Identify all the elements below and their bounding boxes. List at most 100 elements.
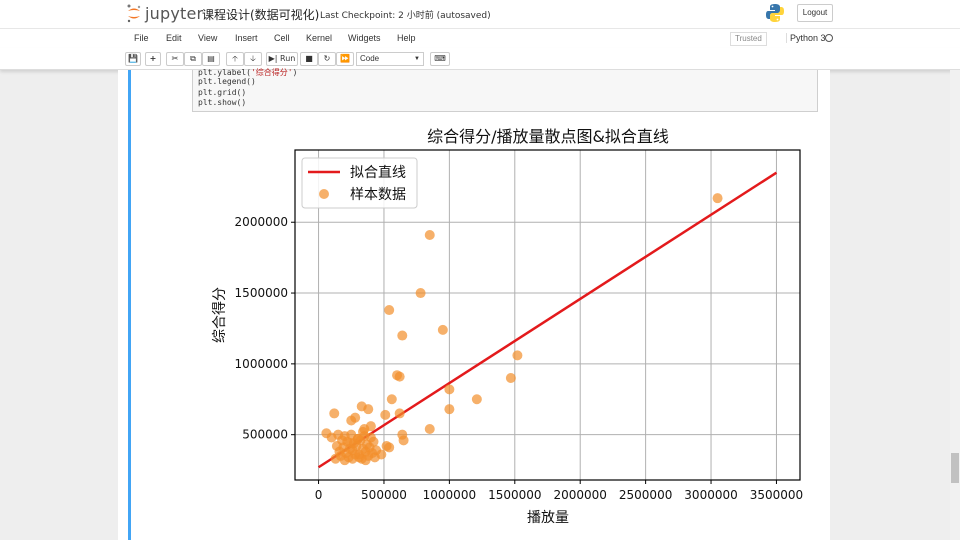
menu-widgets[interactable]: Widgets [348, 33, 381, 43]
jupyter-logo-text: jupyter [145, 3, 204, 23]
y-tick-label: 1000000 [235, 357, 288, 371]
kernel-status-icon [825, 34, 833, 42]
stop-icon: ■ [305, 54, 313, 63]
scatter-point [386, 394, 397, 405]
command-palette-button[interactable]: ⌨ [430, 52, 450, 66]
y-tick-label: 500000 [242, 428, 288, 442]
menu-insert[interactable]: Insert [235, 33, 258, 43]
x-tick-label: 3500000 [750, 488, 803, 502]
move-up-button[interactable]: 🡡 [226, 52, 244, 66]
logout-button[interactable]: Logout [797, 4, 833, 22]
scatter-point [363, 404, 374, 415]
x-tick-label: 3000000 [684, 488, 737, 502]
menu-kernel[interactable]: Kernel [306, 33, 332, 43]
menu-file[interactable]: File [134, 33, 149, 43]
kernel-name: Python 3 [786, 33, 826, 43]
fit-line [317, 171, 778, 469]
app-header: jupyter 课程设计(数据可视化) Last Checkpoint: 2 小… [0, 0, 960, 28]
cell-type-value: Code [360, 54, 380, 63]
legend-scatter-label: 样本数据 [350, 187, 406, 203]
toolbar: 💾 + ✂ ⧉ ▤ 🡡 🡣 ▶| Run ■ ↻ ⏩ Code ▼ ⌨ [0, 48, 960, 70]
jupyter-logo[interactable]: jupyter [126, 3, 203, 23]
menu-edit[interactable]: Edit [166, 33, 182, 43]
fast-forward-icon: ⏩ [340, 54, 350, 63]
scatter-point [397, 330, 408, 341]
notebook-title[interactable]: 课程设计(数据可视化) [202, 6, 319, 23]
save-icon: 💾 [128, 54, 138, 63]
scatter-point [444, 404, 455, 415]
trusted-indicator[interactable]: Trusted [730, 32, 767, 46]
insert-cell-button[interactable]: + [145, 52, 161, 66]
x-tick-label: 500000 [361, 488, 407, 502]
restart-run-all-button[interactable]: ⏩ [336, 52, 354, 66]
checkpoint-status: Last Checkpoint: 2 小时前 (autosaved) [320, 11, 491, 21]
scatter-point [329, 408, 340, 419]
x-tick-labels: 0 500000 1000000 1500000 2000000 2500000 30000… [315, 480, 803, 502]
menu-cell[interactable]: Cell [274, 33, 290, 43]
scatter-point [359, 424, 370, 435]
code-line: plt.legend() [198, 77, 256, 86]
interrupt-button[interactable]: ■ [300, 52, 318, 66]
y-tick-labels: 500000 1000000 1500000 2000000 [235, 215, 295, 442]
scatter-point [471, 394, 482, 405]
y-axis-label: 综合得分 [211, 287, 228, 343]
x-tick-label: 1000000 [423, 488, 476, 502]
scatter-point [381, 441, 392, 452]
cell-type-select[interactable]: Code ▼ [356, 52, 424, 66]
x-tick-label: 0 [315, 488, 323, 502]
scatter-point [505, 373, 516, 384]
refresh-icon: ↻ [323, 54, 331, 63]
scatter-point [444, 384, 455, 395]
x-tick-label: 2000000 [553, 488, 606, 502]
python-logo-icon [766, 4, 784, 22]
jupyter-logo-icon [127, 4, 141, 23]
y-tick-label: 2000000 [235, 215, 288, 229]
arrow-up-icon: 🡡 [232, 54, 238, 63]
scatter-point [330, 453, 341, 464]
keyboard-icon: ⌨ [434, 54, 446, 63]
move-down-button[interactable]: 🡣 [244, 52, 262, 66]
save-button[interactable]: 💾 [125, 52, 141, 66]
chevron-down-icon: ▼ [414, 56, 420, 62]
scatter-point [384, 305, 395, 316]
y-tick-label: 1500000 [235, 286, 288, 300]
scatter-point [346, 415, 357, 426]
scatter-point [437, 324, 448, 335]
scissors-icon: ✂ [171, 54, 179, 63]
scatter-point [380, 409, 391, 420]
legend-fit-label: 拟合直线 [350, 164, 406, 181]
run-label: Run [280, 54, 296, 63]
scatter-point [376, 449, 387, 460]
step-forward-icon: ▶| [268, 54, 278, 63]
scatter-chart: 综合得分/播放量散点图&拟合直线 0 500000 1000000 1500000 20… [211, 127, 803, 526]
code-line: plt.show() [198, 98, 247, 107]
scatter-point [424, 424, 435, 435]
legend: 拟合直线 样本数据 [301, 157, 418, 209]
menu-help[interactable]: Help [397, 33, 416, 43]
x-tick-label: 2500000 [619, 488, 672, 502]
plus-icon: + [149, 54, 157, 63]
cut-button[interactable]: ✂ [166, 52, 184, 66]
scatter-point [415, 288, 426, 299]
x-tick-label: 1500000 [488, 488, 541, 502]
restart-button[interactable]: ↻ [318, 52, 336, 66]
selected-cell-indicator [128, 70, 131, 540]
menu-view[interactable]: View [198, 33, 217, 43]
scatter-point [346, 438, 357, 449]
run-button[interactable]: ▶| Run [266, 52, 298, 66]
paste-icon: ▤ [207, 54, 215, 63]
scatter-point [397, 429, 408, 440]
copy-icon: ⧉ [190, 54, 196, 63]
scatter-point [394, 408, 405, 419]
code-cell-input[interactable]: plt.ylabel('综合得分') plt.legend() plt.grid… [192, 68, 818, 112]
copy-button[interactable]: ⧉ [184, 52, 202, 66]
chart-title: 综合得分/播放量散点图&拟合直线 [427, 127, 669, 146]
scatter-points-layer [321, 193, 723, 466]
code-line: plt.grid() [198, 88, 247, 97]
scatter-point [512, 350, 523, 361]
scrollbar-thumb[interactable] [951, 453, 959, 483]
x-axis-label: 播放量 [527, 510, 569, 526]
paste-button[interactable]: ▤ [202, 52, 220, 66]
scatter-point [712, 193, 723, 204]
legend-scatter-swatch [319, 189, 329, 199]
